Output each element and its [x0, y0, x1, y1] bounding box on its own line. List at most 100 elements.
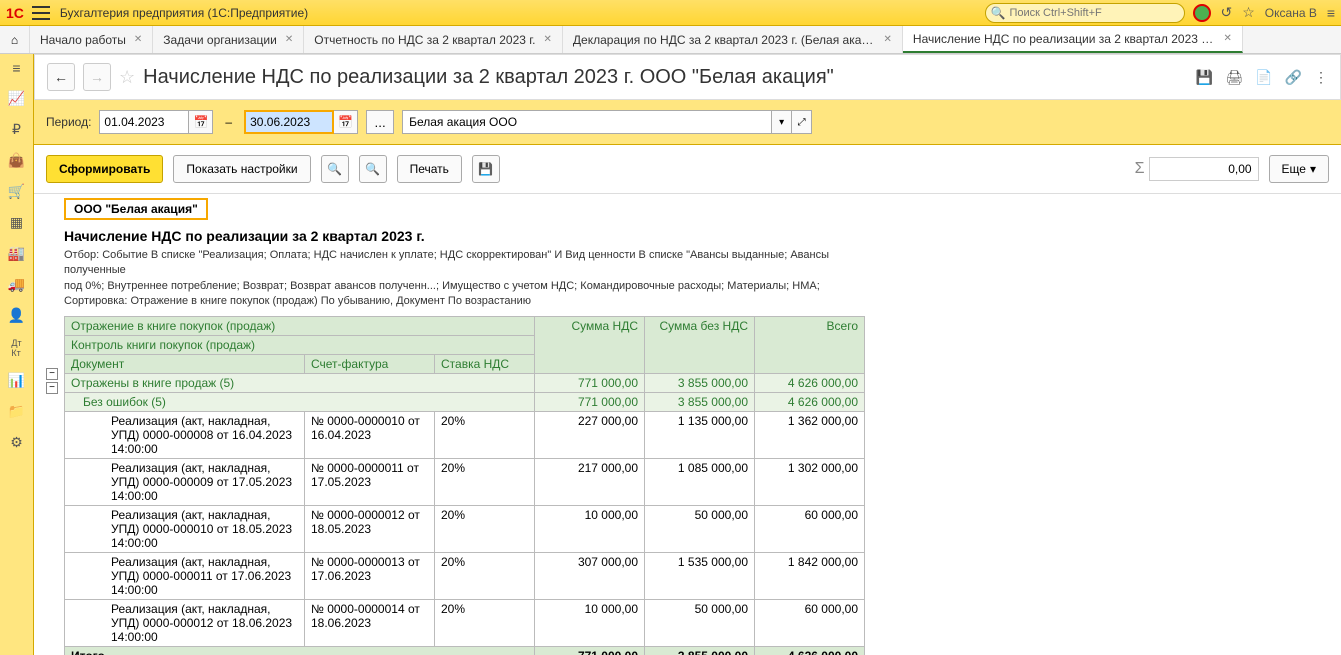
page-header: ← → ☆ Начисление НДС по реализации за 2 … [34, 54, 1341, 100]
factory-icon[interactable]: 🏭 [8, 245, 25, 262]
close-icon[interactable]: ✕ [1224, 33, 1232, 44]
tab-4[interactable]: Начисление НДС по реализации за 2 кварта… [903, 26, 1243, 53]
cell-invoice: № 0000-0000011 от 17.05.2023 [305, 458, 435, 505]
favorite-star-icon[interactable]: ☆ [119, 67, 135, 88]
document-icon[interactable]: 📄 [1255, 69, 1272, 86]
report-sort: Сортировка: Отражение в книге покупок (п… [64, 294, 864, 309]
table-row[interactable]: Реализация (акт, накладная, УПД) 0000-00… [65, 552, 865, 599]
page-title: Начисление НДС по реализации за 2 кварта… [143, 66, 834, 89]
totals-vat: 771 000,00 [535, 646, 645, 655]
cell: 771 000,00 [535, 373, 645, 392]
cell-vat: 227 000,00 [535, 411, 645, 458]
group-label: Отражены в книге продаж (5) [65, 373, 535, 392]
cell-rate: 20% [435, 552, 535, 599]
print-icon[interactable]: 🖨 [1225, 69, 1243, 86]
tab-label: Задачи организации [163, 33, 277, 47]
menu-icon[interactable]: ≡ [12, 60, 20, 76]
table-row[interactable]: Реализация (акт, накладная, УПД) 0000-00… [65, 458, 865, 505]
search-input[interactable] [985, 3, 1185, 23]
collapse-toggle[interactable]: − [46, 368, 58, 380]
date-from[interactable]: 📅 [99, 110, 213, 134]
titlebar: 1C Бухгалтерия предприятия (1С:Предприят… [0, 0, 1341, 26]
home-tab[interactable]: ⌂ [0, 26, 30, 53]
cell-base: 1 535 000,00 [645, 552, 755, 599]
period-ellipsis-button[interactable]: ... [366, 110, 394, 134]
expand-icon[interactable]: ⤢ [792, 110, 812, 134]
tab-label: Начисление НДС по реализации за 2 кварта… [913, 32, 1216, 46]
dtkt-icon[interactable]: ДтКт [11, 338, 21, 358]
period-label: Период: [46, 115, 91, 129]
cell-vat: 10 000,00 [535, 505, 645, 552]
history-icon[interactable]: ↺ [1221, 4, 1233, 21]
gear-icon[interactable]: ⚙ [10, 434, 23, 451]
cart-icon[interactable]: 🛒 [8, 183, 25, 200]
bag-icon[interactable]: 👜 [8, 152, 25, 169]
sum-input[interactable] [1149, 157, 1259, 181]
close-icon[interactable]: ✕ [884, 34, 892, 45]
cell-base: 1 135 000,00 [645, 411, 755, 458]
group-sales-book[interactable]: Отражены в книге продаж (5) 771 000,00 3… [65, 373, 865, 392]
org-input[interactable] [402, 110, 772, 134]
save-icon[interactable]: 💾 [1196, 69, 1213, 86]
print-button[interactable]: Печать [397, 155, 462, 183]
cell-vat: 307 000,00 [535, 552, 645, 599]
calendar-icon[interactable]: 📅 [334, 110, 358, 134]
date-from-input[interactable] [99, 110, 189, 134]
cell-invoice: № 0000-0000012 от 18.05.2023 [305, 505, 435, 552]
logo-1c: 1C [6, 5, 24, 21]
search-icon: 🔍 [991, 6, 1006, 20]
nav-back-button[interactable]: ← [47, 63, 75, 91]
link-icon[interactable]: 🔗 [1285, 69, 1302, 86]
notifications-icon[interactable] [1193, 4, 1211, 22]
cell-total: 1 362 000,00 [755, 411, 865, 458]
tab-2[interactable]: Отчетность по НДС за 2 квартал 2023 г.✕ [304, 26, 563, 53]
person-icon[interactable]: 👤 [8, 307, 25, 324]
collapse-toggle[interactable]: − [46, 382, 58, 394]
close-icon[interactable]: ✕ [134, 34, 142, 45]
user-name[interactable]: Оксана В [1265, 6, 1317, 20]
tab-3[interactable]: Декларация по НДС за 2 квартал 2023 г. (… [563, 26, 903, 53]
cell-total: 1 842 000,00 [755, 552, 865, 599]
favorites-icon[interactable]: ☆ [1242, 4, 1255, 21]
report-table: Отражение в книге покупок (продаж) Сумма… [64, 316, 865, 655]
truck-icon[interactable]: 🚚 [8, 276, 25, 293]
generate-button[interactable]: Сформировать [46, 155, 163, 183]
org-select[interactable]: ▾ ⤢ [402, 110, 812, 134]
sidebar: ≡ 📈 ₽ 👜 🛒 ▦ 🏭 🚚 👤 ДтКт 📊 📁 ⚙ [0, 54, 34, 655]
more-button[interactable]: Еще ▾ [1269, 155, 1329, 183]
folder-icon[interactable]: 📁 [8, 403, 25, 420]
hamburger-icon[interactable] [32, 6, 50, 20]
col-invoice: Счет-фактура [305, 354, 435, 373]
chevron-down-icon[interactable]: ▾ [772, 110, 792, 134]
col-document: Документ [65, 354, 305, 373]
org-header: ООО "Белая акация" [64, 198, 208, 220]
nav-forward-button[interactable]: → [83, 63, 111, 91]
tab-1[interactable]: Задачи организации ✕ [153, 26, 304, 53]
menu-icon[interactable]: ≡ [1327, 5, 1335, 21]
date-to-input[interactable] [244, 110, 334, 134]
table-row[interactable]: Реализация (акт, накладная, УПД) 0000-00… [65, 505, 865, 552]
find-icon[interactable]: 🔍 [321, 155, 349, 183]
cell: 771 000,00 [535, 392, 645, 411]
chart-icon[interactable]: 📈 [8, 90, 25, 107]
table-row[interactable]: Реализация (акт, накладная, УПД) 0000-00… [65, 599, 865, 646]
close-icon[interactable]: ✕ [544, 34, 552, 45]
tab-0[interactable]: Начало работы✕ [30, 26, 153, 53]
calendar-icon[interactable]: 📅 [189, 110, 213, 134]
stats-icon[interactable]: 📊 [8, 372, 25, 389]
group-no-errors[interactable]: Без ошибок (5) 771 000,00 3 855 000,00 4… [65, 392, 865, 411]
date-to[interactable]: 📅 [244, 110, 358, 134]
app-title: Бухгалтерия предприятия (1С:Предприятие) [60, 6, 308, 20]
global-search[interactable]: 🔍 [985, 3, 1185, 23]
grid-icon[interactable]: ▦ [10, 214, 23, 231]
ruble-icon[interactable]: ₽ [12, 121, 21, 138]
close-icon[interactable]: ✕ [285, 34, 293, 45]
cell-rate: 20% [435, 505, 535, 552]
show-settings-button[interactable]: Показать настройки [173, 155, 310, 183]
totals-row: Итого 771 000,00 3 855 000,00 4 626 000,… [65, 646, 865, 655]
find-next-icon[interactable]: 🔍 [359, 155, 387, 183]
table-row[interactable]: Реализация (акт, накладная, УПД) 0000-00… [65, 411, 865, 458]
col-control: Контроль книги покупок (продаж) [65, 335, 535, 354]
more-icon[interactable]: ⋮ [1314, 69, 1328, 86]
save-disk-icon[interactable]: 💾 [472, 155, 500, 183]
